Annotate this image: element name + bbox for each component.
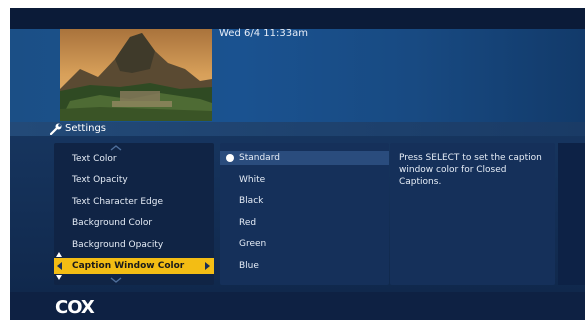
cox-logo: COX xyxy=(55,297,95,318)
right-edge-panel xyxy=(558,143,585,285)
option-green[interactable]: Green xyxy=(220,237,389,251)
settings-menu: Text Color Text Opacity Text Character E… xyxy=(54,143,214,285)
menu-item-caption-window-color[interactable]: Caption Window Color xyxy=(54,258,214,274)
menu-item-background-opacity[interactable]: Background Opacity xyxy=(54,237,214,253)
arrow-right-icon xyxy=(205,262,210,270)
options-list: Standard White Black Red Green Blue xyxy=(220,143,389,285)
mountain-landscape-image xyxy=(60,29,212,121)
scroll-up-arrow-icon xyxy=(56,252,62,257)
chevron-down-icon[interactable] xyxy=(110,277,122,283)
selected-dot-icon xyxy=(226,154,234,162)
option-blue[interactable]: Blue xyxy=(220,259,389,273)
clock-datetime: Wed 6/4 11:33am xyxy=(219,28,308,39)
settings-title: Settings xyxy=(65,123,107,134)
option-red[interactable]: Red xyxy=(220,216,389,230)
arrow-left-icon xyxy=(57,262,62,270)
menu-item-text-opacity[interactable]: Text Opacity xyxy=(54,172,214,188)
menu-item-text-color[interactable]: Text Color xyxy=(54,151,214,167)
option-black[interactable]: Black xyxy=(220,194,389,208)
top-bar xyxy=(10,8,585,29)
footer-bar xyxy=(10,292,585,320)
help-panel: Press SELECT to set the caption window c… xyxy=(390,143,555,285)
preview-thumbnail xyxy=(60,29,212,121)
menu-item-background-color[interactable]: Background Color xyxy=(54,215,214,231)
menu-item-text-character-edge[interactable]: Text Character Edge xyxy=(54,194,214,210)
option-white[interactable]: White xyxy=(220,173,389,187)
help-text: Press SELECT to set the caption window c… xyxy=(399,153,542,187)
wrench-icon xyxy=(50,123,62,135)
tv-screen: Wed 6/4 11:33am Settings Text Color Text… xyxy=(10,8,585,320)
option-standard[interactable]: Standard xyxy=(220,151,389,165)
scroll-down-arrow-icon xyxy=(56,275,62,280)
